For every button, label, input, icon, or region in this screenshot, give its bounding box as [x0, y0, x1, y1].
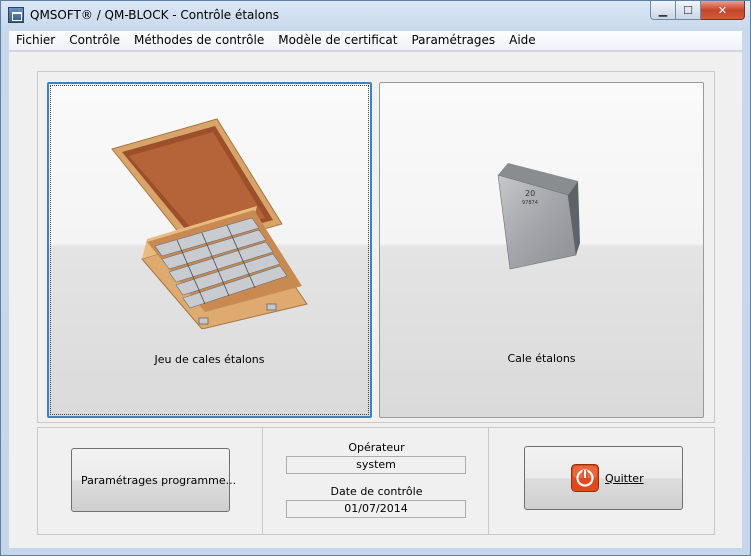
minimize-icon: ▁ [658, 3, 668, 17]
settings-button-label: Paramétrages programme... [81, 473, 237, 487]
menu-bar: Fichier Contrôle Méthodes de contrôle Mo… [9, 31, 742, 50]
power-icon [571, 464, 599, 492]
gauge-block-label: Cale étalons [507, 352, 576, 365]
info-group: Opérateur system Date de contrôle 01/07/… [262, 427, 489, 535]
date-label: Date de contrôle [330, 485, 423, 498]
block-number: 20 [525, 189, 535, 198]
operator-field: system [286, 456, 466, 474]
block-serial: 97874 [522, 200, 538, 206]
menu-fichier[interactable]: Fichier [9, 31, 62, 50]
gauge-block-set-icon [111, 118, 308, 329]
menu-controle[interactable]: Contrôle [62, 31, 127, 50]
operator-label: Opérateur [348, 441, 405, 454]
window-title: QMSOFT® / QM-BLOCK - Contrôle étalons [30, 8, 279, 22]
title-bar[interactable]: QMSOFT® / QM-BLOCK - Contrôle étalons ▁ … [1, 1, 750, 30]
selection-group: Jeu de cales étalons 20 97874 Cale étalo… [37, 71, 715, 423]
gauge-block-tile[interactable]: 20 97874 Cale étalons [379, 82, 704, 418]
quit-button[interactable]: Quitter [524, 446, 683, 510]
gauge-block-icon: 20 97874 [497, 163, 580, 270]
close-button[interactable]: ✕ [701, 1, 745, 20]
settings-group: Paramétrages programme... [37, 427, 263, 535]
settings-button[interactable]: Paramétrages programme... [71, 448, 236, 512]
menu-parametrages[interactable]: Paramétrages [404, 31, 502, 50]
client-area: Jeu de cales étalons 20 97874 Cale étalo… [9, 51, 742, 548]
quit-button-label: Quitter [605, 471, 644, 485]
app-icon[interactable] [8, 7, 24, 23]
menu-aide[interactable]: Aide [502, 31, 543, 50]
minimize-button[interactable]: ▁ [650, 1, 676, 20]
window-controls: ▁ ☐ ✕ [650, 1, 745, 20]
menu-methodes[interactable]: Méthodes de contrôle [127, 31, 271, 50]
close-icon: ✕ [717, 3, 728, 17]
maximize-icon: ☐ [683, 3, 693, 17]
gauge-block-set-tile[interactable]: Jeu de cales étalons [47, 82, 372, 418]
main-window: QMSOFT® / QM-BLOCK - Contrôle étalons ▁ … [0, 0, 751, 556]
gauge-block-set-label: Jeu de cales étalons [154, 353, 265, 366]
menu-modele-certificat[interactable]: Modèle de certificat [271, 31, 404, 50]
quit-group: Quitter [488, 427, 715, 535]
date-field: 01/07/2014 [286, 500, 466, 518]
maximize-button[interactable]: ☐ [676, 1, 701, 20]
